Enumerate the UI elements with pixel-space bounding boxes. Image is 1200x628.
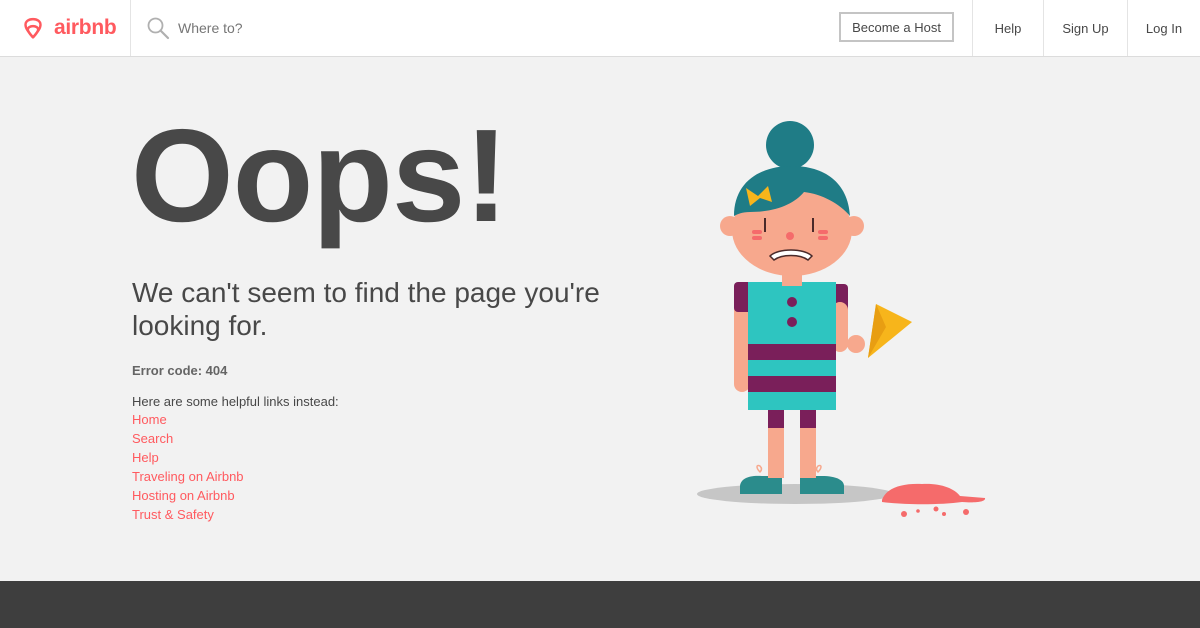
search-bar bbox=[132, 0, 632, 56]
helpful-links-list: Home Search Help Traveling on Airbnb Hos… bbox=[132, 412, 244, 526]
link-trust-safety[interactable]: Trust & Safety bbox=[132, 507, 214, 522]
nav-sign-up-link[interactable]: Sign Up bbox=[1043, 0, 1127, 56]
search-input[interactable] bbox=[178, 20, 478, 36]
error-subtitle: We can't seem to find the page you're lo… bbox=[132, 277, 600, 341]
link-traveling[interactable]: Traveling on Airbnb bbox=[132, 469, 244, 484]
airbnb-logo[interactable]: airbnb bbox=[0, 0, 131, 56]
list-item: Trust & Safety bbox=[132, 507, 244, 526]
link-home[interactable]: Home bbox=[132, 412, 167, 427]
list-item: Search bbox=[132, 431, 244, 450]
nav-help-link[interactable]: Help bbox=[972, 0, 1043, 56]
airbnb-belo-icon bbox=[24, 17, 42, 39]
link-search[interactable]: Search bbox=[132, 431, 173, 446]
page-heading: Oops! bbox=[131, 102, 508, 249]
helpful-links-intro: Here are some helpful links instead: bbox=[132, 394, 339, 409]
top-nav-bar: airbnb Become a Host Help Sign Up Log In bbox=[0, 0, 1200, 57]
link-help[interactable]: Help bbox=[132, 450, 159, 465]
list-item: Home bbox=[132, 412, 244, 431]
sad-girl-dropped-ice-cream-illustration bbox=[697, 121, 986, 517]
become-a-host-button[interactable]: Become a Host bbox=[839, 12, 954, 42]
search-icon bbox=[147, 17, 170, 40]
logo-wordmark: airbnb bbox=[54, 16, 117, 39]
list-item: Help bbox=[132, 450, 244, 469]
nav-log-in-link[interactable]: Log In bbox=[1127, 0, 1200, 56]
error-code: Error code: 404 bbox=[132, 363, 228, 378]
list-item: Traveling on Airbnb bbox=[132, 469, 244, 488]
link-hosting[interactable]: Hosting on Airbnb bbox=[132, 488, 235, 503]
list-item: Hosting on Airbnb bbox=[132, 488, 244, 507]
page-footer bbox=[0, 581, 1200, 628]
